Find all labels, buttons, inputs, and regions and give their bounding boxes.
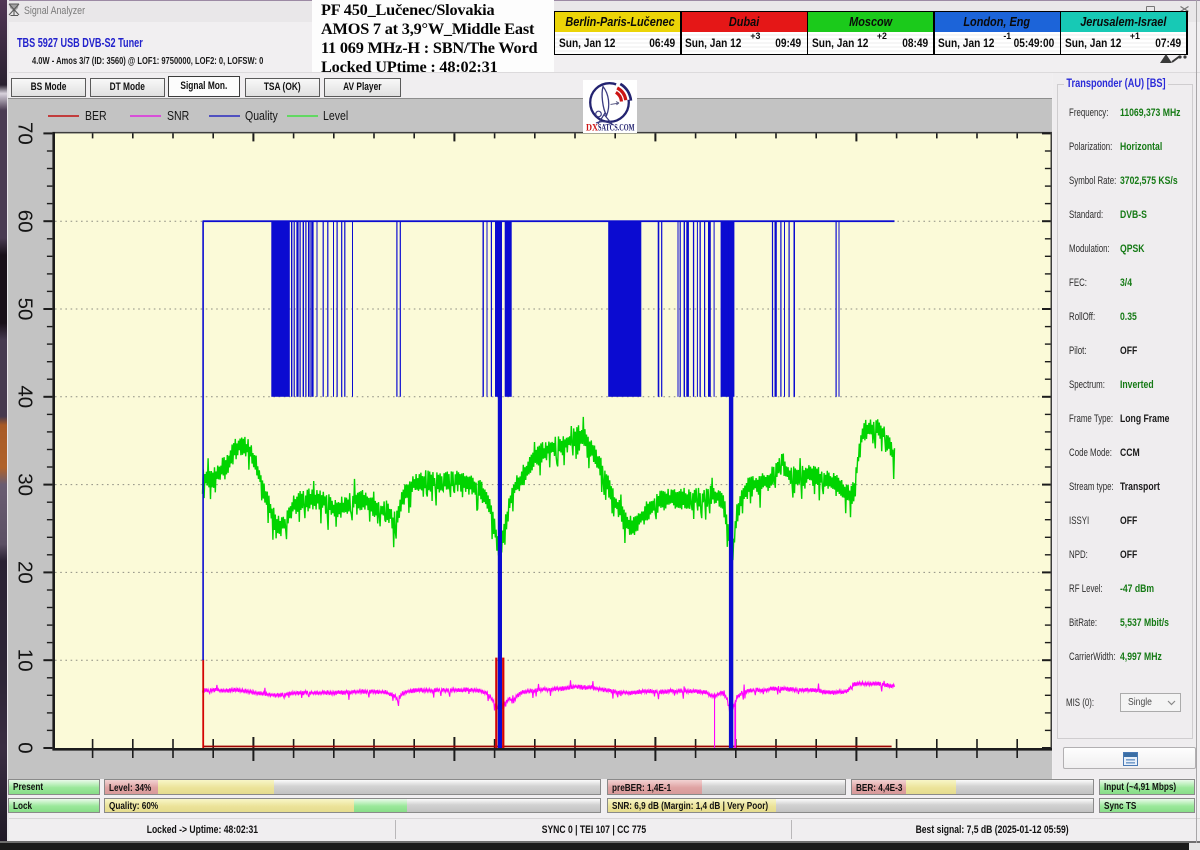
svg-text:SATCS.COM: SATCS.COM — [598, 123, 635, 133]
svg-text:60: 60 — [14, 210, 37, 233]
svg-text:70: 70 — [14, 122, 37, 145]
svg-text:40: 40 — [14, 385, 37, 408]
svg-text:10: 10 — [14, 649, 37, 672]
svg-text:30: 30 — [14, 473, 37, 496]
svg-text:DX: DX — [586, 123, 598, 133]
svg-text:50: 50 — [14, 298, 37, 321]
svg-text:20: 20 — [14, 561, 37, 584]
svg-text:0: 0 — [14, 742, 37, 753]
